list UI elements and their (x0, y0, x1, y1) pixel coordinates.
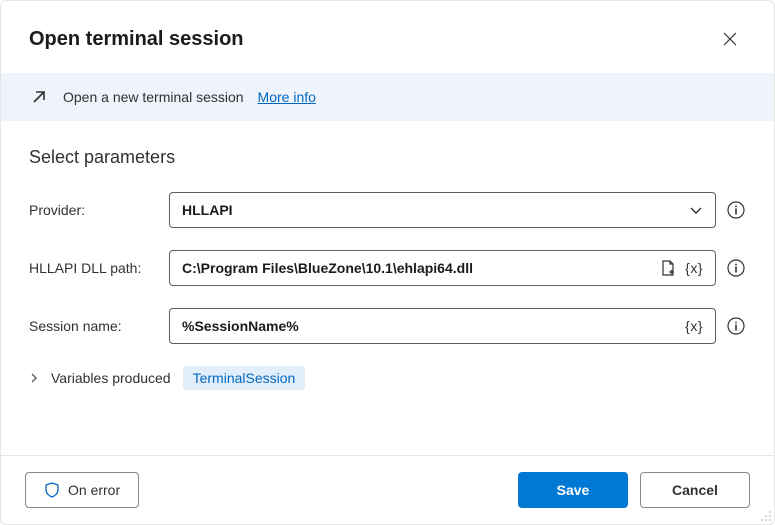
dll-path-value: C:\Program Files\BlueZone\10.1\ehlapi64.… (182, 260, 659, 276)
more-info-link[interactable]: More info (258, 89, 316, 105)
variable-chip[interactable]: TerminalSession (183, 366, 306, 390)
provider-label: Provider: (29, 202, 159, 218)
section-title: Select parameters (29, 147, 746, 168)
cancel-button[interactable]: Cancel (640, 472, 750, 508)
open-external-icon (29, 87, 49, 107)
variables-expand-chevron[interactable] (29, 370, 39, 386)
dll-path-label: HLLAPI DLL path: (29, 260, 159, 276)
provider-info-icon[interactable] (726, 200, 746, 220)
dll-path-input[interactable]: C:\Program Files\BlueZone\10.1\ehlapi64.… (169, 250, 716, 286)
on-error-label: On error (68, 482, 120, 498)
variable-picker-icon[interactable]: {x} (685, 260, 703, 276)
chevron-down-icon (689, 203, 703, 217)
on-error-button[interactable]: On error (25, 472, 139, 508)
variable-picker-icon[interactable]: {x} (685, 318, 703, 334)
variables-produced-label[interactable]: Variables produced (51, 370, 171, 386)
dll-path-info-icon[interactable] (726, 258, 746, 278)
session-name-input[interactable]: %SessionName% {x} (169, 308, 716, 344)
provider-value: HLLAPI (182, 202, 233, 218)
chevron-right-icon (29, 373, 39, 383)
save-button[interactable]: Save (518, 472, 628, 508)
shield-icon (44, 482, 60, 498)
info-banner: Open a new terminal session More info (1, 73, 774, 121)
provider-select[interactable]: HLLAPI (169, 192, 716, 228)
session-name-info-icon[interactable] (726, 316, 746, 336)
file-picker-icon[interactable] (659, 259, 677, 277)
close-button[interactable] (714, 23, 746, 55)
banner-text: Open a new terminal session (63, 89, 244, 105)
session-name-label: Session name: (29, 318, 159, 334)
dialog-title: Open terminal session (29, 28, 244, 51)
session-name-value: %SessionName% (182, 318, 685, 334)
close-icon (723, 32, 737, 46)
